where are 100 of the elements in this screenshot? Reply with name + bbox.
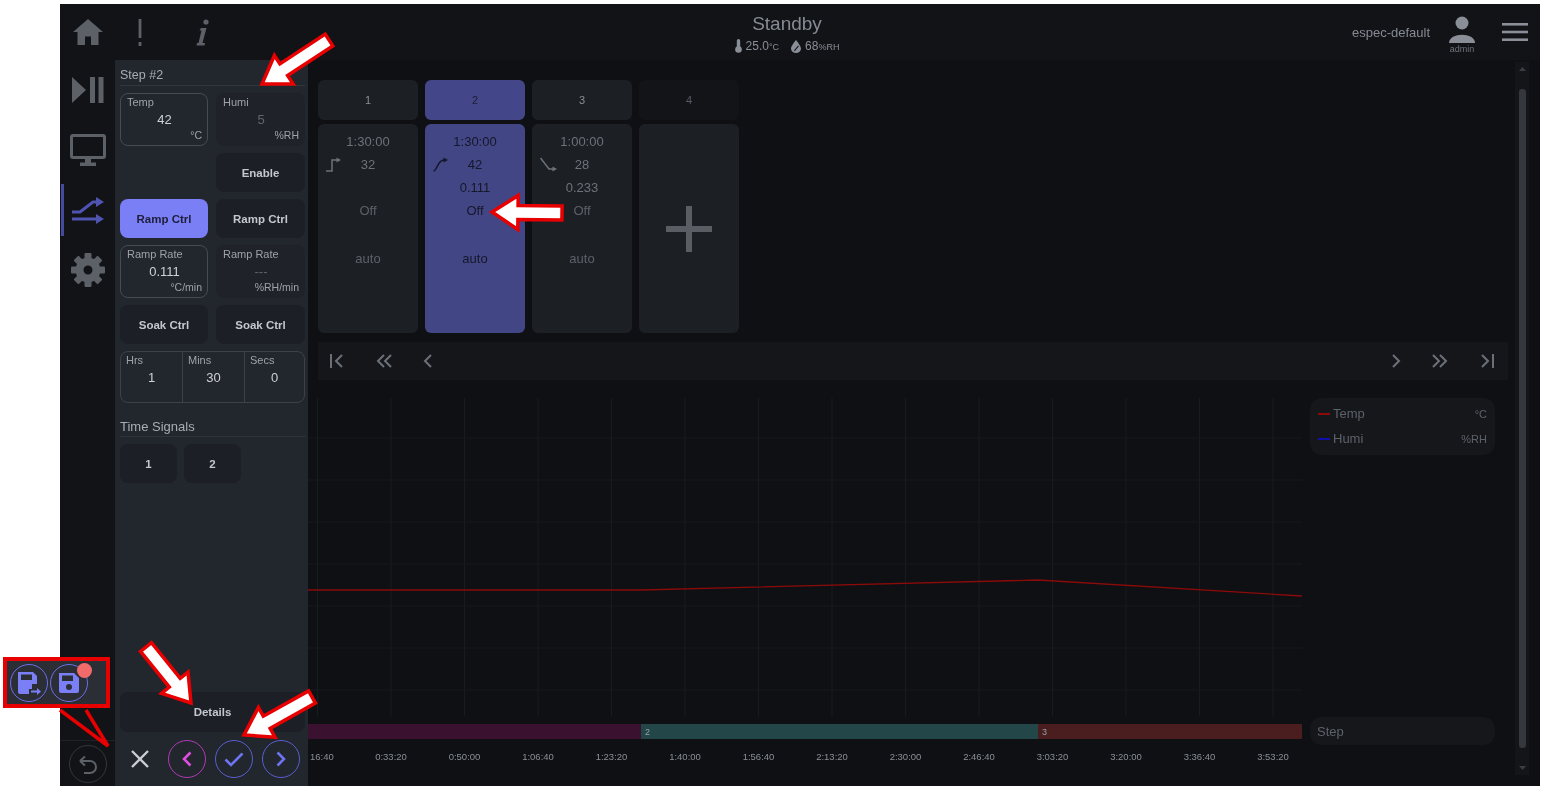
field-value: 30 bbox=[205, 369, 222, 387]
double-chevron-right-icon[interactable] bbox=[1431, 353, 1449, 369]
setpoint-field[interactable]: Temp 42 °C bbox=[120, 93, 208, 146]
add-step-button[interactable] bbox=[639, 124, 739, 333]
play-pause-icon[interactable] bbox=[71, 77, 104, 103]
temperature-value: 25.0 bbox=[745, 39, 769, 53]
alert-icon[interactable] bbox=[137, 18, 143, 46]
info-icon[interactable] bbox=[196, 18, 209, 46]
step-legend-label: Step bbox=[1310, 717, 1495, 745]
field-value: 1 bbox=[146, 369, 157, 387]
scrollbar-thumb[interactable] bbox=[1518, 89, 1526, 748]
chevron-right-icon[interactable] bbox=[1391, 353, 1401, 369]
ramp-control-button[interactable]: Ramp Ctrl bbox=[120, 199, 208, 238]
profile-name[interactable]: espec-default bbox=[1351, 24, 1430, 40]
legend-unit: °C bbox=[1474, 407, 1487, 420]
ramp-control-button[interactable]: Ramp Ctrl bbox=[216, 199, 305, 238]
humidity-value: 68 bbox=[805, 39, 819, 53]
time-signal-button[interactable]: 2 bbox=[184, 444, 241, 483]
field-label: Ramp Rate bbox=[223, 248, 280, 261]
time-axis-label: 2:13:20 bbox=[816, 751, 848, 762]
legend-label: Humi bbox=[1333, 431, 1364, 446]
time-axis-label: 3:53:20 bbox=[1257, 751, 1289, 762]
field-label: Humi bbox=[223, 96, 250, 109]
step-duration: 1:30:00 bbox=[453, 133, 497, 151]
thermometer-icon bbox=[734, 39, 742, 53]
segment-label: 3 bbox=[1042, 726, 1047, 737]
time-axis-label: 3:03:20 bbox=[1036, 751, 1069, 762]
time-axis-label: 1:56:40 bbox=[742, 751, 775, 762]
time-axis-label: 3:36:40 bbox=[1183, 751, 1216, 762]
check-icon bbox=[224, 751, 244, 767]
step-tab[interactable]: 1 bbox=[318, 80, 418, 120]
step-soak: Off bbox=[359, 202, 377, 220]
soak-control-button[interactable]: Soak Ctrl bbox=[120, 305, 208, 344]
step-duration: 1:30:00 bbox=[346, 133, 390, 151]
humidity-unit: %RH bbox=[818, 42, 840, 52]
time-axis-label: 16:40 bbox=[310, 751, 334, 762]
home-icon[interactable] bbox=[71, 18, 104, 46]
duration-field[interactable]: Mins 30 bbox=[182, 352, 244, 402]
annotation-arrow bbox=[138, 640, 193, 706]
step-jump-icon bbox=[326, 157, 341, 172]
time-axis-label: 0:33:20 bbox=[375, 751, 407, 762]
undo-icon bbox=[77, 753, 98, 774]
step-setpoint: 28 bbox=[573, 156, 591, 174]
menu-icon[interactable] bbox=[1502, 23, 1528, 41]
enable-button[interactable]: Enable bbox=[216, 153, 305, 192]
ramp-up-icon bbox=[433, 157, 448, 172]
time-axis-label: 2:30:00 bbox=[889, 751, 922, 762]
double-chevron-left-icon[interactable] bbox=[375, 353, 393, 369]
legend-label: Temp bbox=[1333, 406, 1365, 421]
step-setpoint: 42 bbox=[466, 156, 484, 174]
step-ramp-rate: 0.111 bbox=[459, 179, 491, 197]
step-mode: auto bbox=[569, 250, 595, 268]
chevron-left-icon[interactable] bbox=[423, 353, 433, 369]
user-icon bbox=[1448, 16, 1476, 43]
field-label: Secs bbox=[250, 354, 276, 367]
time-axis-label: 1:40:00 bbox=[669, 751, 701, 762]
ramp-rate-field[interactable]: Ramp Rate --- %RH/min bbox=[216, 245, 305, 298]
segment-label: 2 bbox=[645, 726, 650, 737]
field-unit: %RH bbox=[273, 129, 299, 141]
save-icon bbox=[58, 671, 80, 694]
settings-icon[interactable] bbox=[70, 253, 105, 287]
soak-control-button[interactable]: Soak Ctrl bbox=[216, 305, 305, 344]
field-value: 5 bbox=[256, 111, 266, 129]
user-account-button[interactable]: admin bbox=[1448, 10, 1476, 54]
legend-unit: %RH bbox=[1461, 432, 1487, 445]
last-page-icon[interactable] bbox=[1479, 353, 1495, 369]
step-soak: Off bbox=[573, 202, 591, 220]
close-icon[interactable] bbox=[131, 750, 149, 768]
time-signal-button[interactable]: 1 bbox=[120, 444, 177, 483]
plus-icon bbox=[666, 205, 712, 252]
droplet-icon bbox=[791, 39, 802, 53]
duration-field[interactable]: Hrs 1 bbox=[121, 352, 182, 402]
chevron-left-icon bbox=[182, 751, 192, 767]
scrollbar-track[interactable] bbox=[1515, 62, 1529, 775]
field-value: 0.111 bbox=[148, 263, 181, 281]
step-tab[interactable]: 3 bbox=[532, 80, 632, 120]
time-axis-label: 2:46:40 bbox=[963, 751, 995, 762]
active-tab-indicator bbox=[61, 184, 64, 236]
section-title: Time Signals bbox=[120, 419, 305, 437]
field-label: Ramp Rate bbox=[127, 248, 184, 261]
field-value: --- bbox=[253, 263, 269, 281]
temperature-unit: °C bbox=[768, 42, 780, 52]
time-axis-label: 3:20:00 bbox=[1110, 751, 1142, 762]
ramp-down-icon bbox=[540, 157, 557, 172]
first-page-icon[interactable] bbox=[329, 353, 345, 369]
field-value: 0 bbox=[269, 369, 280, 387]
step-soak: Off bbox=[466, 202, 484, 220]
setpoint-field[interactable]: Humi 5 %RH bbox=[216, 93, 305, 146]
field-label: Mins bbox=[188, 354, 213, 367]
field-unit: °C/min bbox=[169, 281, 202, 293]
step-mode: auto bbox=[355, 250, 381, 268]
monitor-icon[interactable] bbox=[69, 134, 106, 166]
step-mode: auto bbox=[462, 250, 488, 268]
status-title: Standby bbox=[752, 13, 822, 35]
field-unit: %RH/min bbox=[253, 281, 299, 293]
ramp-rate-field[interactable]: Ramp Rate 0.111 °C/min bbox=[120, 245, 208, 298]
duration-field[interactable]: Secs 0 bbox=[244, 352, 304, 402]
program-arrows-icon[interactable] bbox=[71, 196, 104, 224]
time-axis-label: 0:50:00 bbox=[448, 751, 481, 762]
field-label: Hrs bbox=[126, 354, 145, 367]
